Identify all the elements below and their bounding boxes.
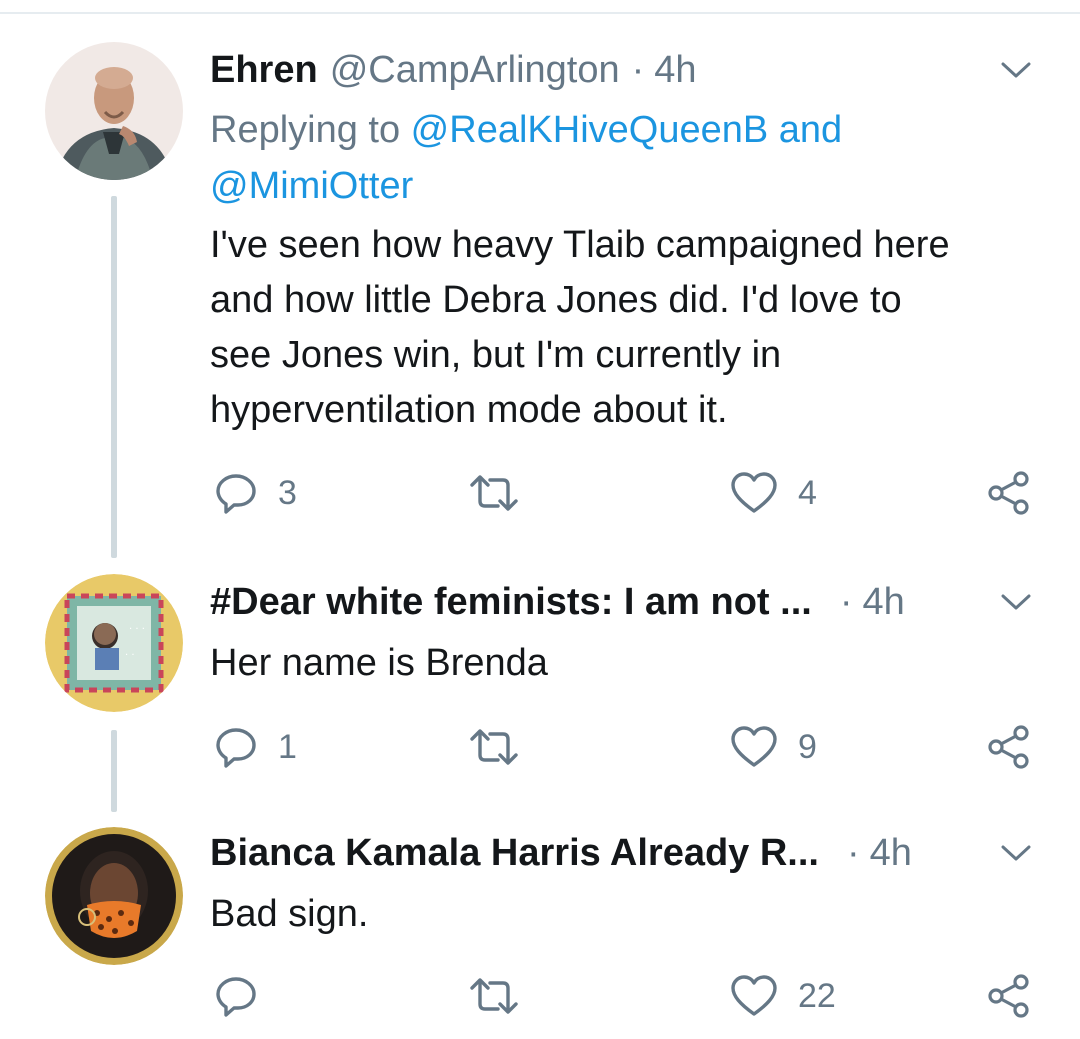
- retweet-icon: [470, 729, 518, 765]
- replying-and[interactable]: and: [768, 109, 842, 151]
- top-divider: [0, 12, 1080, 14]
- tweet-text-line: and how little Debra Jones did. I'd love…: [210, 279, 902, 321]
- mention-link[interactable]: @RealKHiveQueenB: [411, 109, 769, 151]
- timestamp[interactable]: 4h: [654, 49, 696, 92]
- like-button[interactable]: 4: [730, 468, 817, 518]
- like-count: 4: [798, 473, 817, 512]
- heart-icon: [731, 472, 777, 513]
- tweet-menu-button[interactable]: [997, 590, 1035, 614]
- retweet-icon: [470, 978, 518, 1014]
- like-count: 22: [798, 976, 836, 1015]
- reply-icon: [216, 977, 256, 1017]
- chevron-down-icon: [1001, 845, 1031, 861]
- separator-dot: ·: [631, 48, 645, 91]
- reply-count: 1: [278, 727, 297, 766]
- tweet-text: Bad sign.: [210, 893, 369, 935]
- retweet-button[interactable]: [468, 722, 520, 772]
- separator-dot: ·: [839, 580, 853, 623]
- tweet[interactable]: · · · · · #Dear white feminists: I am no…: [0, 572, 1080, 792]
- tweet-text: I've seen how heavy Tlaib campaigned her…: [210, 218, 1050, 438]
- avatar[interactable]: [45, 827, 183, 965]
- avatar[interactable]: · · · · ·: [45, 574, 183, 712]
- separator-dot: ·: [846, 831, 860, 874]
- share-icon: [988, 974, 1029, 1018]
- author-name[interactable]: Ehren: [210, 49, 318, 92]
- chevron-down-icon: [1001, 594, 1031, 610]
- svg-text:· · ·: · · ·: [129, 624, 145, 635]
- share-button[interactable]: [986, 722, 1032, 772]
- tweet[interactable]: Bianca Kamala Harris Already R... · 4h B…: [0, 823, 1080, 1033]
- mention-link[interactable]: @MimiOtter: [210, 165, 413, 207]
- tweet-text-line: see Jones win, but I'm currently in: [210, 334, 782, 376]
- reply-button[interactable]: 1: [214, 722, 297, 772]
- tweet-actions: 1 9: [210, 722, 1040, 772]
- share-button[interactable]: [986, 971, 1032, 1021]
- reply-icon: [216, 728, 256, 768]
- replying-label: Replying to: [210, 109, 411, 151]
- retweet-button[interactable]: [468, 971, 520, 1021]
- like-button[interactable]: 22: [730, 971, 836, 1021]
- reply-button[interactable]: [214, 971, 278, 1021]
- author-name[interactable]: Bianca Kamala Harris Already R...: [210, 832, 819, 875]
- avatar[interactable]: [45, 42, 183, 180]
- tweet-actions: 3 4: [210, 468, 1040, 518]
- chevron-down-icon: [1001, 62, 1031, 78]
- tweet-text-line: hyperventilation mode about it.: [210, 389, 728, 431]
- share-button[interactable]: [986, 468, 1032, 518]
- reply-icon: [216, 474, 256, 514]
- retweet-icon: [470, 475, 518, 511]
- author-handle[interactable]: @CampArlington: [330, 49, 620, 92]
- share-icon: [988, 725, 1029, 769]
- like-count: 9: [798, 727, 817, 766]
- heart-icon: [731, 975, 777, 1016]
- timestamp[interactable]: 4h: [870, 832, 912, 875]
- author-name[interactable]: #Dear white feminists: I am not ...: [210, 581, 812, 624]
- share-icon: [988, 471, 1029, 515]
- replying-to: Replying to @RealKHiveQueenB and @MimiOt…: [210, 102, 1050, 214]
- tweet[interactable]: Ehren @CampArlington · 4h Replying to @R…: [0, 40, 1080, 520]
- reply-button[interactable]: 3: [214, 468, 297, 518]
- tweet-text: Her name is Brenda: [210, 642, 548, 684]
- reply-count: 3: [278, 473, 297, 512]
- svg-text:· ·: · ·: [125, 650, 135, 661]
- tweet-menu-button[interactable]: [997, 841, 1035, 865]
- heart-icon: [731, 726, 777, 767]
- timestamp[interactable]: 4h: [862, 581, 904, 624]
- like-button[interactable]: 9: [730, 722, 817, 772]
- retweet-button[interactable]: [468, 468, 520, 518]
- tweet-menu-button[interactable]: [997, 58, 1035, 82]
- tweet-actions: 22: [210, 971, 1040, 1021]
- tweet-text-line: I've seen how heavy Tlaib campaigned her…: [210, 224, 950, 266]
